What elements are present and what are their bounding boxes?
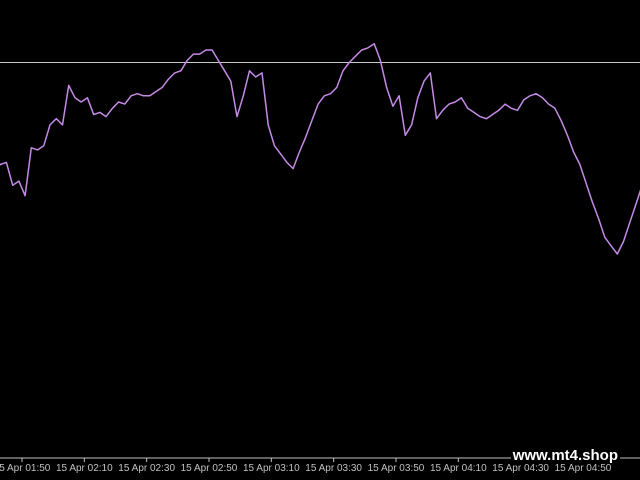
x-tick-label: 15 Apr 02:30 [118, 463, 175, 474]
x-tick-label: 15 Apr 04:50 [555, 463, 612, 474]
x-tick-label: 15 Apr 01:50 [0, 463, 51, 474]
x-tick-label: 15 Apr 03:10 [243, 463, 300, 474]
x-tick-label: 15 Apr 03:30 [305, 463, 362, 474]
x-tick-label: 15 Apr 04:30 [492, 463, 549, 474]
chart-background [0, 0, 640, 480]
watermark-label: www.mt4.shop [510, 447, 620, 464]
x-tick-label: 15 Apr 03:50 [368, 463, 425, 474]
x-tick-label: 15 Apr 04:10 [430, 463, 487, 474]
indicator-chart: 15 Apr 01:50 15 Apr 02:10 15 Apr 02:30 15 A… [0, 0, 640, 480]
x-tick-label: 15 Apr 02:50 [181, 463, 238, 474]
x-tick-label: 15 Apr 02:10 [56, 463, 113, 474]
